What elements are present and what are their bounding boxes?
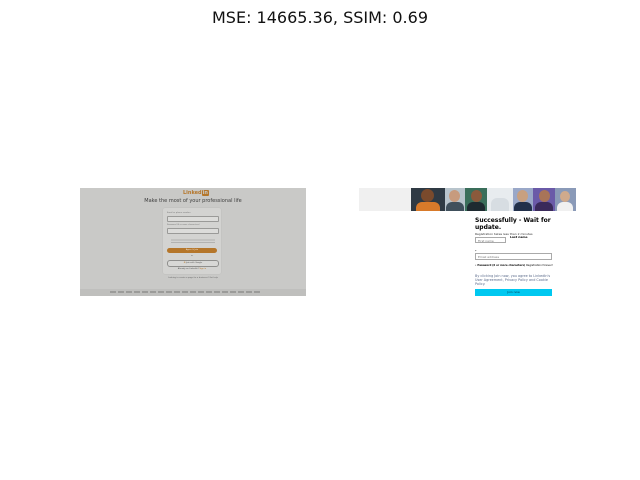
logo-text: Linked [183,190,202,196]
person-head [449,190,460,202]
name-row: First name Last name [475,235,555,245]
agree-join-button[interactable]: Agree & Join [167,248,217,253]
banner-photo-2 [445,188,465,211]
banner-photo-7 [555,188,576,211]
banner-photo-1 [411,188,445,211]
person-head [517,190,528,202]
person-head [471,190,482,202]
password-label: • Password (6 or more characters) Regist… [475,264,555,267]
registration-form: Successfully - Wait for update. Registra… [475,217,555,296]
comparison-canvas: MSE: 14665.36, SSIM: 0.69 Linkedin Make … [0,0,640,480]
banner-photo-4 [487,188,513,211]
footer-links [110,291,260,293]
first-name-input[interactable]: First name [475,237,506,243]
email-label: Email or phone number [167,212,191,214]
last-name-label: Last name [510,235,528,239]
or-divider: or [190,255,194,257]
google-join-button[interactable]: G Join with Google [167,260,219,267]
business-help-text: Looking to create a page for a business?… [168,277,218,279]
person-body [446,202,464,211]
already-label: Already on LinkedIn? [177,268,199,270]
footer-bar [80,289,306,296]
password-label-bold: Password (6 or more characters) [477,264,526,267]
already-member-text: Already on LinkedIn? Sign in [163,268,221,270]
person-head [421,189,434,202]
person-head [539,190,550,202]
metrics-title: MSE: 14665.36, SSIM: 0.69 [212,8,428,27]
person-body [416,202,440,211]
banner-photo-3 [465,188,487,211]
person-body [557,202,573,211]
left-screenshot-panel: Linkedin Make the most of your professio… [80,188,306,296]
password-label: Password (6 or more characters) [167,224,200,226]
right-screenshot-panel: Successfully - Wait for update. Registra… [359,188,576,296]
logo-badge: in [201,190,209,196]
people-banner [359,188,576,211]
person-body [491,198,509,211]
person-body [535,202,553,211]
form-title: Successfully - Wait for update. [475,217,551,231]
banner-photo-5 [513,188,533,211]
person-body [514,202,532,211]
person-body [467,202,485,211]
banner-photo-6 [533,188,555,211]
linkedin-logo: Linkedin [183,190,209,196]
signup-card: Email or phone number Password (6 or mor… [163,208,221,274]
password-label-rest: Registration forever! [526,264,553,267]
email-input[interactable]: Email address [475,253,552,260]
legal-text-lines [171,239,215,244]
join-now-button[interactable]: Join now [475,289,552,296]
person-head [560,191,570,202]
google-button-label: Join with Google [186,262,203,264]
agreement-text: By clicking Join now, you agree to Linke… [475,274,551,286]
password-input[interactable] [167,228,219,234]
sign-in-link[interactable]: Sign in [199,268,206,270]
email-input[interactable] [167,216,219,222]
headline: Make the most of your professional life [144,198,242,204]
